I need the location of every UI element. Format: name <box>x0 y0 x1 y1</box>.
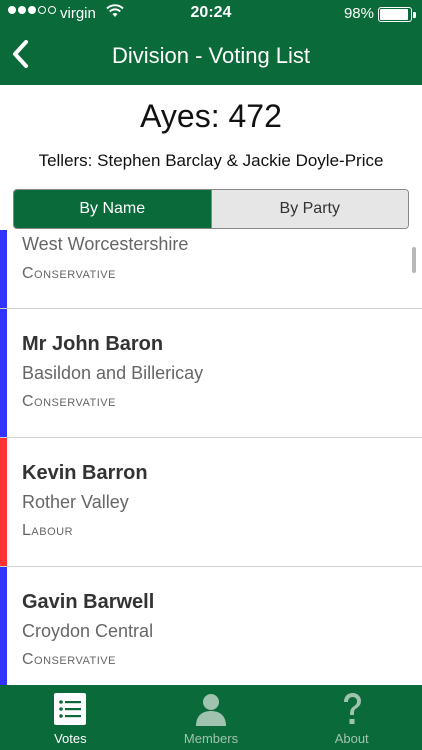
member-name: Kevin Barron <box>22 462 148 484</box>
member-name: Mr John Baron <box>22 333 164 355</box>
member-name: Gavin Barwell <box>22 591 155 613</box>
scroll-indicator[interactable] <box>412 247 416 273</box>
party-color-bar <box>0 230 7 308</box>
by-name-segment[interactable]: By Name <box>14 190 211 228</box>
member-constituency: Croydon Central <box>22 621 154 641</box>
battery-percentage: 98% <box>343 5 374 22</box>
list-icon <box>54 693 87 725</box>
ayes-count: Ayes: 472 <box>140 98 282 134</box>
member-party: Conservative <box>22 651 116 668</box>
person-icon <box>196 694 226 726</box>
member-constituency: West Worcestershire <box>22 234 189 254</box>
page-title: Division - Voting List <box>111 43 311 68</box>
member-constituency: Basildon and Billericay <box>22 363 204 383</box>
list-item[interactable]: West Worcestershire Conservative <box>0 230 422 309</box>
party-color-bar <box>0 438 7 566</box>
status-bar: virgin 20:24 98% <box>0 0 422 28</box>
tab-members[interactable]: Members <box>141 685 282 750</box>
tab-about[interactable]: About <box>281 685 422 750</box>
member-party: Conservative <box>22 393 116 410</box>
tab-bar: Votes Members About <box>0 685 422 750</box>
battery-icon <box>378 7 416 22</box>
member-party: Labour <box>22 522 74 539</box>
tab-members-label: Members <box>183 731 239 746</box>
party-color-bar <box>0 567 7 685</box>
tab-votes[interactable]: Votes <box>0 685 141 750</box>
party-color-bar <box>0 309 7 437</box>
by-party-segment[interactable]: By Party <box>210 190 408 228</box>
list-item[interactable]: Gavin Barwell Croydon Central Conservati… <box>0 567 422 685</box>
question-mark-icon <box>343 693 361 724</box>
tab-about-label: About <box>334 731 369 746</box>
list-item[interactable]: Kevin Barron Rother Valley Labour <box>0 438 422 567</box>
tellers-text: Tellers: Stephen Barclay & Jackie Doyle-… <box>38 151 384 170</box>
tab-votes-label: Votes <box>54 731 87 746</box>
member-party: Conservative <box>22 265 116 282</box>
list-item[interactable]: Mr John Baron Basildon and Billericay Co… <box>0 309 422 438</box>
member-constituency: Rother Valley <box>22 492 129 512</box>
top-bar: virgin 20:24 98% Division - Voting List <box>0 0 422 85</box>
sort-segmented-control: By Name By Party <box>13 189 409 229</box>
member-list[interactable]: West Worcestershire Conservative Mr John… <box>0 230 422 685</box>
